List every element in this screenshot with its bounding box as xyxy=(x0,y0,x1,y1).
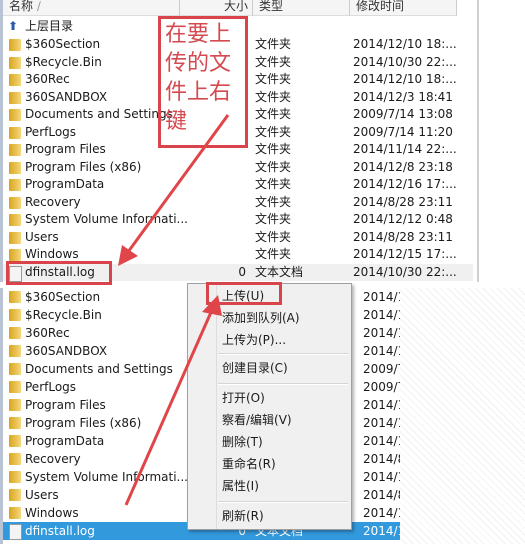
arrow-to-file xyxy=(126,114,230,253)
arrow-head xyxy=(118,245,138,266)
annotation-arrows xyxy=(118,114,230,506)
arrow-to-upload xyxy=(124,309,214,506)
arrow-head xyxy=(202,295,222,316)
